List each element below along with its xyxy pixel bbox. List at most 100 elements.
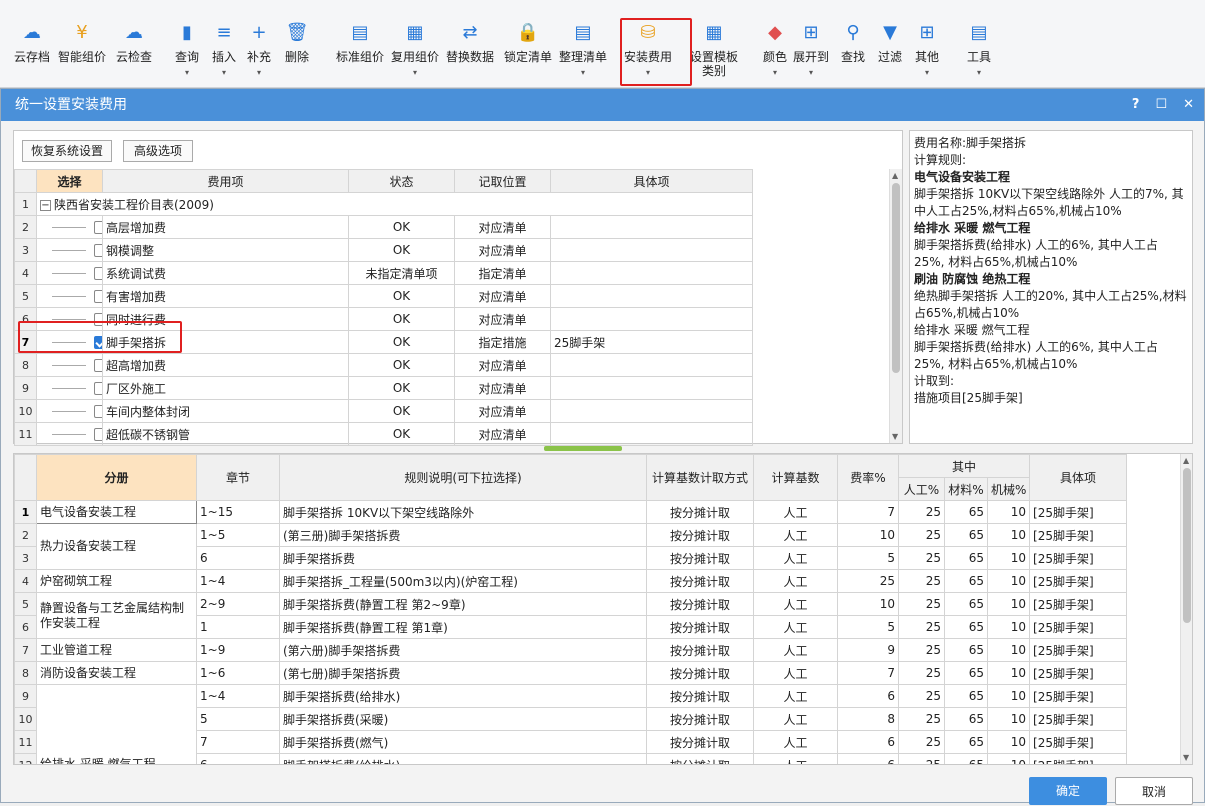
book-cell[interactable]: 电气设备安装工程 [36,500,197,524]
method-cell[interactable]: 按分摊计取 [646,569,754,593]
material-cell[interactable]: 65 [944,592,988,616]
specific-item-cell[interactable] [550,261,753,285]
specific-item-cell[interactable] [550,215,753,239]
toolbar-button-18[interactable]: ⊞ 其他 ▾ [914,20,940,86]
base-cell[interactable]: 人工 [753,638,838,662]
machine-cell[interactable]: 10 [986,546,1031,570]
labor-cell[interactable]: 25 [898,730,945,754]
labor-cell[interactable]: 25 [898,753,945,764]
base-cell[interactable]: 人工 [753,661,838,685]
table-row[interactable]: 10 车间内整体封闭 OK 对应清单 [14,399,753,423]
select-cell[interactable] [36,215,103,239]
table-row[interactable]: 9 给排水 采暖 燃气工程 1~4 脚手架搭拆费(给排水) 按分摊计取 人工 6 25 65 10… [14,684,1128,764]
toolbar-button-16[interactable]: ⚲ 查找 [840,20,866,86]
position-cell[interactable]: 指定清单 [454,261,551,285]
material-cell[interactable]: 65 [944,707,988,731]
rate-cell[interactable]: 6 [837,753,899,764]
specific-item-cell[interactable]: [25脚手架] [1029,615,1128,639]
toolbar-button-13[interactable]: ▦ 设置模板 类别 [690,20,738,86]
rate-cell[interactable]: 5 [837,615,899,639]
restore-system-button[interactable]: 恢复系统设置 [22,140,112,162]
method-cell[interactable]: 按分摊计取 [646,730,754,754]
maximize-icon[interactable]: ☐ [1155,89,1167,121]
labor-cell[interactable]: 25 [898,546,945,570]
select-cell[interactable] [36,353,103,377]
machine-cell[interactable]: 10 [986,638,1031,662]
labor-cell[interactable]: 25 [898,523,945,547]
chapter-cell[interactable]: 1~15 [196,500,280,524]
rate-cell[interactable]: 7 [837,500,899,524]
base-cell[interactable]: 人工 [753,500,838,524]
specific-item-cell[interactable]: [25脚手架] [1029,638,1128,662]
chapter-cell[interactable]: 1~4 [196,569,280,593]
book-header[interactable]: 分册 [36,454,197,501]
book-cell[interactable]: 热力设备安装工程 [36,523,197,570]
base-cell[interactable]: 人工 [753,569,838,593]
specific-item-cell[interactable]: [25脚手架] [1029,500,1128,524]
machine-cell[interactable]: 10 [986,753,1031,764]
top-table-scrollbar[interactable]: ▲ ▼ [889,169,902,443]
material-cell[interactable]: 65 [944,615,988,639]
group-row[interactable]: 1 − 陕西省安装工程价目表(2009) [14,192,753,216]
position-cell[interactable]: 指定措施 [454,330,551,354]
method-cell[interactable]: 按分摊计取 [646,615,754,639]
book-cell[interactable]: 炉窑砌筑工程 [36,569,197,593]
select-checkbox[interactable] [94,382,102,395]
material-cell[interactable]: 65 [944,638,988,662]
chapter-cell[interactable]: 1 [196,615,280,639]
specific-item-cell[interactable]: [25脚手架] [1029,684,1128,708]
table-row[interactable]: 4 炉窑砌筑工程 1~4 脚手架搭拆_工程量(500m3以内)(炉窑工程) 按分摊计取人… [14,569,1128,593]
table-row[interactable]: 8 超高增加费 OK 对应清单 [14,353,753,377]
material-cell[interactable]: 65 [944,730,988,754]
position-cell[interactable]: 对应清单 [454,307,551,331]
rate-cell[interactable]: 7 [837,661,899,685]
select-checkbox[interactable] [94,290,102,303]
rule-cell[interactable]: 脚手架搭拆费(静置工程 第2~9章) [279,592,647,616]
select-checkbox[interactable] [94,359,102,372]
collapse-toggle-icon[interactable]: − [40,199,51,211]
specific-item-cell[interactable] [550,307,753,331]
base-cell[interactable]: 人工 [753,523,838,547]
labor-header[interactable]: 人工% [898,477,945,501]
chapter-header[interactable]: 章节 [196,454,280,501]
machine-cell[interactable]: 10 [986,523,1031,547]
rate-cell[interactable]: 6 [837,730,899,754]
chapter-cell[interactable]: 1~6 [196,661,280,685]
base-cell[interactable]: 人工 [753,707,838,731]
labor-cell[interactable]: 25 [898,707,945,731]
specific-item-cell[interactable] [550,376,753,400]
machine-cell[interactable]: 10 [986,730,1031,754]
table-row[interactable]: 11 超低碳不锈钢管 OK 对应清单 [14,422,753,446]
rate-cell[interactable]: 10 [837,592,899,616]
base-cell[interactable]: 人工 [753,546,838,570]
position-cell[interactable]: 对应清单 [454,284,551,308]
chapter-cell[interactable]: 1~4 [196,684,280,708]
position-cell[interactable]: 对应清单 [454,376,551,400]
toolbar-button-17[interactable]: ▼ 过滤 [877,20,903,86]
labor-cell[interactable]: 25 [898,592,945,616]
rule-cell[interactable]: (第三册)脚手架搭拆费 [279,523,647,547]
material-cell[interactable]: 65 [944,546,988,570]
table-row[interactable]: 5 有害增加费 OK 对应清单 [14,284,753,308]
method-cell[interactable]: 按分摊计取 [646,753,754,764]
rate-cell[interactable]: 9 [837,638,899,662]
base-cell[interactable]: 人工 [753,730,838,754]
method-cell[interactable]: 按分摊计取 [646,684,754,708]
rate-cell[interactable]: 8 [837,707,899,731]
machine-cell[interactable]: 10 [986,592,1031,616]
toolbar-button-19[interactable]: ▤ 工具 ▾ [966,20,992,86]
toolbar-button-3[interactable]: ▮ 查询 ▾ [174,20,200,86]
rule-cell[interactable]: 脚手架搭拆_工程量(500m3以内)(炉窑工程) [279,569,647,593]
specific-item-cell[interactable]: [25脚手架] [1029,523,1128,547]
rule-cell[interactable]: (第六册)脚手架搭拆费 [279,638,647,662]
select-checkbox[interactable] [94,428,102,441]
chapter-cell[interactable]: 6 [196,753,280,764]
material-cell[interactable]: 65 [944,661,988,685]
base-cell[interactable]: 人工 [753,684,838,708]
rate-cell[interactable]: 25 [837,569,899,593]
toolbar-button-6[interactable]: 🗑 删除 [284,20,310,86]
base-cell[interactable]: 人工 [753,615,838,639]
material-cell[interactable]: 65 [944,569,988,593]
rules-table-scrollbar[interactable]: ▲ ▼ [1180,454,1192,764]
rule-cell[interactable]: 脚手架搭拆费(给排水) [279,684,647,708]
